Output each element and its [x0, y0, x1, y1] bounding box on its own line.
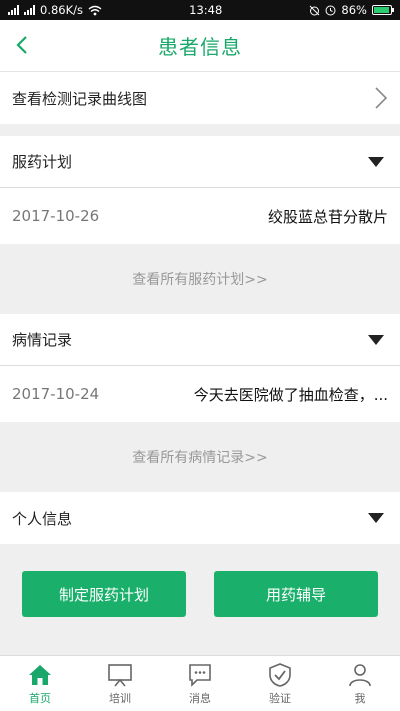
- personal-info-section-header[interactable]: 个人信息: [0, 492, 400, 544]
- navigation-bar: 患者信息: [0, 20, 400, 72]
- signal-icon-2: [24, 5, 35, 15]
- network-speed: 0.86K/s: [40, 3, 84, 17]
- home-icon: [29, 664, 51, 685]
- page-title: 患者信息: [158, 35, 242, 59]
- tab-verify[interactable]: 验证: [240, 656, 320, 711]
- status-bar: 0.86K/s 13:48 86%: [0, 0, 400, 20]
- medication-guidance-button[interactable]: 用药辅导: [214, 571, 378, 617]
- condition-section-header[interactable]: 病情记录: [0, 314, 400, 366]
- medication-section-title: 服药计划: [12, 153, 73, 171]
- alarm-off-icon: [310, 5, 320, 15]
- clock-icon: [325, 5, 336, 15]
- chevron-right-icon: [375, 87, 388, 109]
- medication-record-row[interactable]: 2017-10-26 绞股蓝总苷分散片: [0, 188, 400, 244]
- bottom-tab-bar: 首页 培训 消息 验证 我: [0, 655, 400, 711]
- condition-section-title: 病情记录: [12, 331, 73, 349]
- battery-icon: [371, 5, 394, 15]
- create-medication-plan-button[interactable]: 制定服药计划: [22, 571, 186, 617]
- tab-me-label: 我: [354, 691, 366, 705]
- dropdown-triangle-icon: [368, 156, 384, 167]
- curve-chart-label: 查看检测记录曲线图: [12, 89, 148, 108]
- tab-verify-label: 验证: [269, 691, 291, 705]
- tab-messages-label: 消息: [189, 691, 211, 705]
- medication-section-header[interactable]: 服药计划: [0, 136, 400, 188]
- condition-record-date: 2017-10-24: [12, 385, 100, 403]
- view-all-condition-link[interactable]: 查看所有病情记录>>: [0, 422, 400, 492]
- tab-training[interactable]: 培训: [80, 656, 160, 711]
- curve-chart-link[interactable]: 查看检测记录曲线图: [0, 72, 400, 124]
- shield-icon: [269, 662, 291, 687]
- message-icon: [189, 663, 211, 687]
- tab-home-label: 首页: [29, 691, 51, 705]
- medication-record-text: 绞股蓝总苷分散片: [267, 207, 388, 226]
- condition-record-text: 今天去医院做了抽血检查，...: [193, 385, 388, 404]
- clock: 13:48: [189, 3, 223, 17]
- tab-me[interactable]: 我: [320, 656, 400, 711]
- wifi-icon: [88, 5, 102, 15]
- presentation-icon: [108, 663, 132, 687]
- tab-training-label: 培训: [109, 691, 131, 705]
- action-buttons: 制定服药计划 用药辅导: [0, 544, 400, 644]
- tab-messages[interactable]: 消息: [160, 656, 240, 711]
- dropdown-triangle-icon: [368, 513, 384, 523]
- personal-info-title: 个人信息: [12, 509, 73, 528]
- condition-record-row[interactable]: 2017-10-24 今天去医院做了抽血检查，...: [0, 366, 400, 422]
- back-arrow-icon[interactable]: [12, 34, 34, 56]
- view-all-medication-link[interactable]: 查看所有服药计划>>: [0, 244, 400, 314]
- signal-icon: [8, 5, 19, 15]
- medication-record-date: 2017-10-26: [12, 207, 100, 225]
- dropdown-triangle-icon: [368, 334, 384, 345]
- person-icon: [349, 663, 371, 686]
- battery-percent: 86%: [341, 3, 367, 17]
- tab-home[interactable]: 首页: [0, 656, 80, 711]
